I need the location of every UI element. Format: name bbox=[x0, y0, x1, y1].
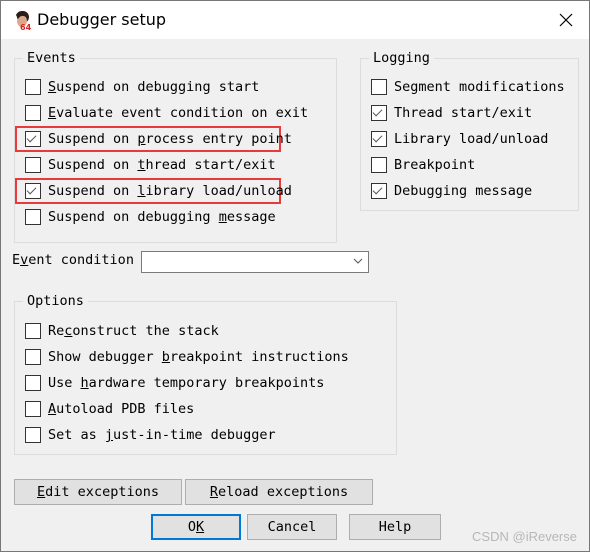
checkbox-label: Suspend on debugging message bbox=[48, 209, 276, 225]
checkbox-unchecked-icon[interactable] bbox=[25, 323, 41, 339]
checkbox-checked-icon[interactable] bbox=[371, 105, 387, 121]
checkbox-label: Show debugger breakpoint instructions bbox=[48, 349, 349, 365]
help-button[interactable]: Help bbox=[349, 514, 441, 540]
logging-checkbox[interactable]: Library load/unload bbox=[371, 128, 548, 150]
option-checkbox[interactable]: Show debugger breakpoint instructions bbox=[25, 346, 349, 368]
logging-checkbox[interactable]: Thread start/exit bbox=[371, 102, 532, 124]
option-checkbox[interactable]: Use hardware temporary breakpoints bbox=[25, 372, 324, 394]
checkbox-checked-icon[interactable] bbox=[25, 131, 41, 147]
checkbox-label: Thread start/exit bbox=[394, 105, 533, 121]
checkbox-unchecked-icon[interactable] bbox=[25, 427, 41, 443]
checkbox-checked-icon[interactable] bbox=[25, 183, 41, 199]
checkbox-label: Breakpoint bbox=[394, 157, 476, 173]
edit-exceptions-button[interactable]: Edit exceptions bbox=[14, 479, 182, 505]
chevron-down-icon bbox=[353, 258, 363, 264]
checkbox-label: Reconstruct the stack bbox=[48, 323, 219, 339]
checkbox-label: Suspend on debugging start bbox=[48, 79, 260, 95]
checkbox-unchecked-icon[interactable] bbox=[25, 157, 41, 173]
checkbox-unchecked-icon[interactable] bbox=[371, 79, 387, 95]
checkbox-checked-icon[interactable] bbox=[371, 183, 387, 199]
logging-checkbox[interactable]: Breakpoint bbox=[371, 154, 475, 176]
event-checkbox[interactable]: Suspend on process entry point bbox=[25, 128, 292, 150]
options-group-label: Options bbox=[23, 292, 88, 310]
ida64-icon: 64 bbox=[16, 11, 32, 31]
checkbox-checked-icon[interactable] bbox=[371, 131, 387, 147]
event-checkbox[interactable]: Suspend on debugging message bbox=[25, 206, 276, 228]
checkbox-unchecked-icon[interactable] bbox=[371, 157, 387, 173]
event-checkbox[interactable]: Suspend on library load/unload bbox=[25, 180, 292, 202]
window-title: Debugger setup bbox=[37, 10, 167, 29]
option-checkbox[interactable]: Autoload PDB files bbox=[25, 398, 194, 420]
reload-exceptions-button[interactable]: Reload exceptions bbox=[185, 479, 373, 505]
events-group-label: Events bbox=[23, 49, 80, 67]
debugger-setup-dialog: 64 Debugger setup Events Suspend on debu… bbox=[0, 0, 590, 552]
close-button[interactable] bbox=[543, 1, 589, 39]
logging-checkbox[interactable]: Segment modifications bbox=[371, 76, 565, 98]
cancel-button[interactable]: Cancel bbox=[247, 514, 337, 540]
checkbox-label: Use hardware temporary breakpoints bbox=[48, 375, 325, 391]
ok-button[interactable]: OK bbox=[151, 514, 241, 540]
checkbox-label: Suspend on process entry point bbox=[48, 131, 292, 147]
checkbox-label: Debugging message bbox=[394, 183, 533, 199]
logging-checkbox[interactable]: Debugging message bbox=[371, 180, 532, 202]
checkbox-label: Evaluate event condition on exit bbox=[48, 105, 309, 121]
logging-group-label: Logging bbox=[369, 49, 434, 67]
checkbox-unchecked-icon[interactable] bbox=[25, 105, 41, 121]
option-checkbox[interactable]: Set as just-in-time debugger bbox=[25, 424, 276, 446]
watermark: CSDN @iReverse bbox=[472, 529, 577, 544]
title-bar: 64 Debugger setup bbox=[1, 1, 589, 39]
event-condition-combobox[interactable] bbox=[141, 251, 369, 273]
checkbox-label: Set as just-in-time debugger bbox=[48, 427, 276, 443]
checkbox-unchecked-icon[interactable] bbox=[25, 209, 41, 225]
event-condition-label: Event condition bbox=[12, 252, 134, 268]
checkbox-label: Autoload PDB files bbox=[48, 401, 195, 417]
svg-text:64: 64 bbox=[20, 23, 32, 31]
checkbox-unchecked-icon[interactable] bbox=[25, 349, 41, 365]
checkbox-label: Library load/unload bbox=[394, 131, 549, 147]
checkbox-label: Segment modifications bbox=[394, 79, 565, 95]
checkbox-label: Suspend on library load/unload bbox=[48, 183, 292, 199]
close-icon bbox=[559, 13, 573, 27]
checkbox-label: Suspend on thread start/exit bbox=[48, 157, 276, 173]
checkbox-unchecked-icon[interactable] bbox=[25, 401, 41, 417]
event-checkbox[interactable]: Suspend on debugging start bbox=[25, 76, 259, 98]
option-checkbox[interactable]: Reconstruct the stack bbox=[25, 320, 219, 342]
checkbox-unchecked-icon[interactable] bbox=[25, 375, 41, 391]
event-checkbox[interactable]: Suspend on thread start/exit bbox=[25, 154, 276, 176]
checkbox-unchecked-icon[interactable] bbox=[25, 79, 41, 95]
event-checkbox[interactable]: Evaluate event condition on exit bbox=[25, 102, 308, 124]
